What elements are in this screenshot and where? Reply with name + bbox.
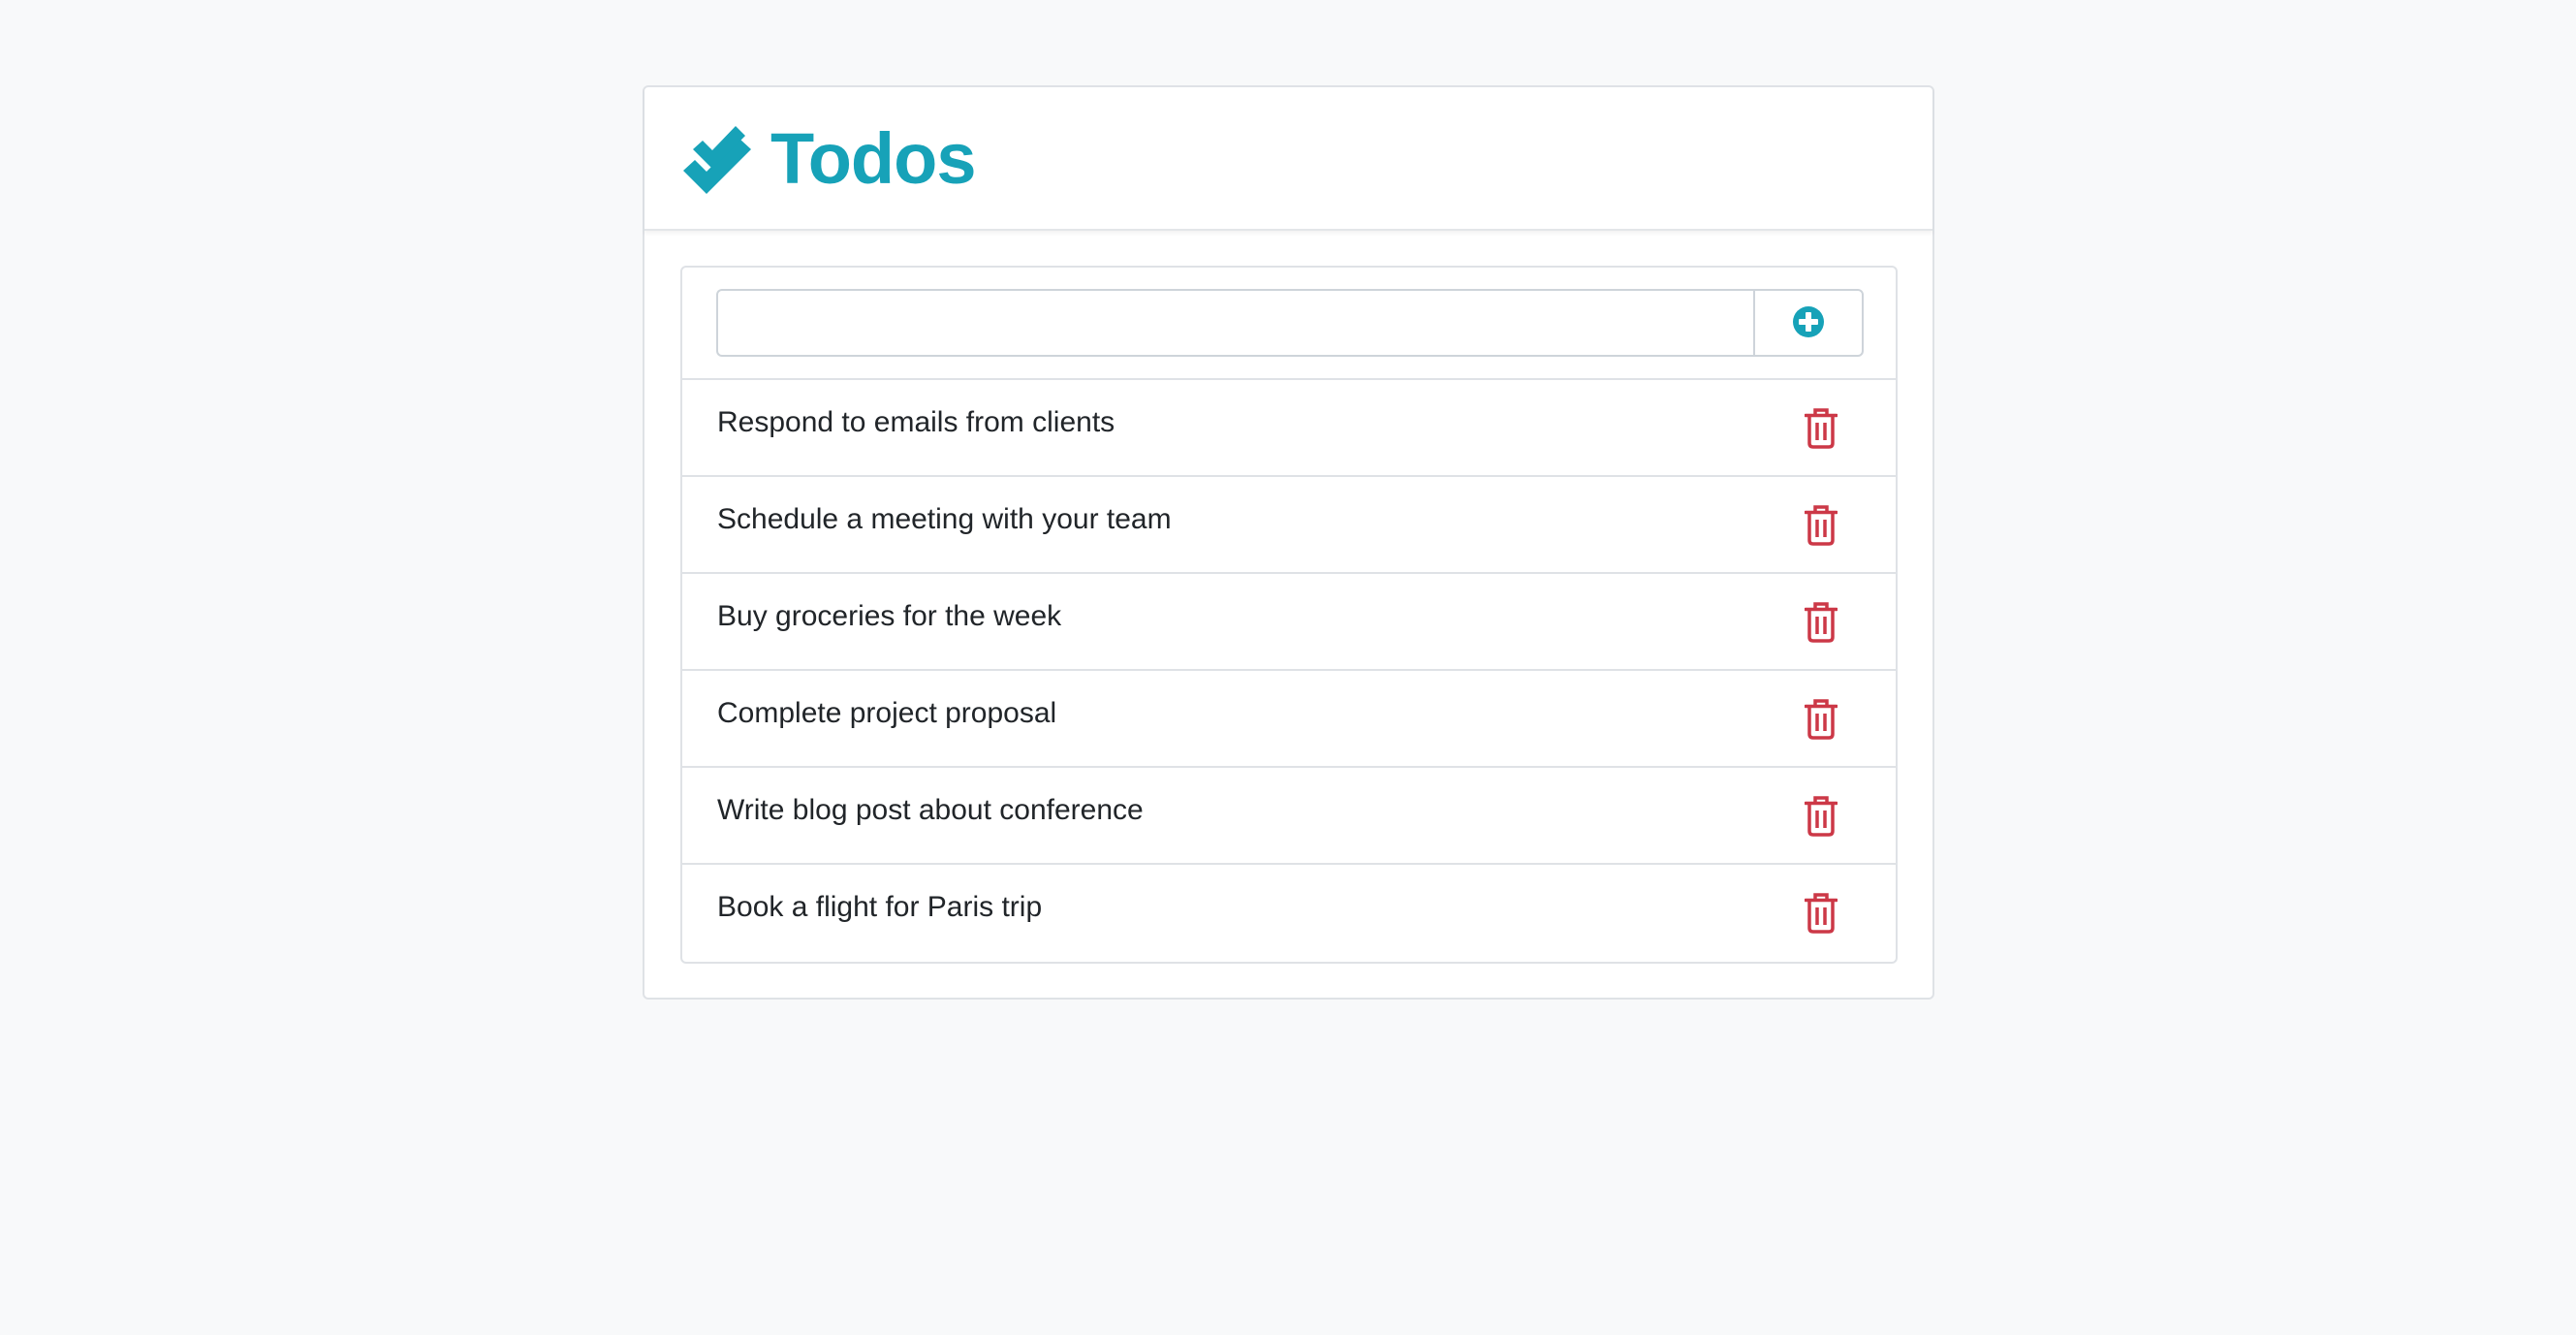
trash-icon — [1804, 698, 1838, 743]
add-todo-button[interactable] — [1753, 289, 1864, 357]
todo-text: Write blog post about conference — [717, 794, 1144, 826]
delete-todo-button[interactable] — [1797, 890, 1845, 938]
todo-text: Buy groceries for the week — [717, 600, 1062, 632]
delete-todo-button[interactable] — [1797, 405, 1845, 454]
double-check-icon — [679, 120, 755, 196]
delete-todo-button[interactable] — [1797, 502, 1845, 551]
todo-item: Respond to emails from clients — [682, 380, 1896, 477]
trash-icon — [1804, 601, 1838, 646]
trash-icon — [1804, 407, 1838, 452]
todo-item: Write blog post about conference — [682, 768, 1896, 865]
todo-text: Book a flight for Paris trip — [717, 891, 1043, 923]
todo-text: Schedule a meeting with your team — [717, 503, 1172, 535]
delete-todo-button[interactable] — [1797, 793, 1845, 842]
trash-icon — [1804, 795, 1838, 840]
todo-text: Complete project proposal — [717, 697, 1057, 729]
delete-todo-button[interactable] — [1797, 696, 1845, 745]
todo-item: Complete project proposal — [682, 671, 1896, 768]
todo-list: Respond to emails from clients Schedule … — [680, 266, 1898, 964]
todo-item: Schedule a meeting with your team — [682, 477, 1896, 574]
delete-todo-button[interactable] — [1797, 599, 1845, 648]
todo-card: Todos Respond to emails from clients Sch… — [643, 85, 1934, 1000]
add-todo-row — [682, 268, 1896, 380]
todo-text: Respond to emails from clients — [717, 406, 1115, 438]
card-header: Todos — [644, 87, 1932, 231]
page-title: Todos — [770, 118, 976, 199]
plus-circle-icon — [1791, 304, 1826, 342]
todo-item: Buy groceries for the week — [682, 574, 1896, 671]
todo-item: Book a flight for Paris trip — [682, 865, 1896, 962]
trash-icon — [1804, 892, 1838, 937]
new-todo-input[interactable] — [716, 289, 1753, 357]
trash-icon — [1804, 504, 1838, 549]
